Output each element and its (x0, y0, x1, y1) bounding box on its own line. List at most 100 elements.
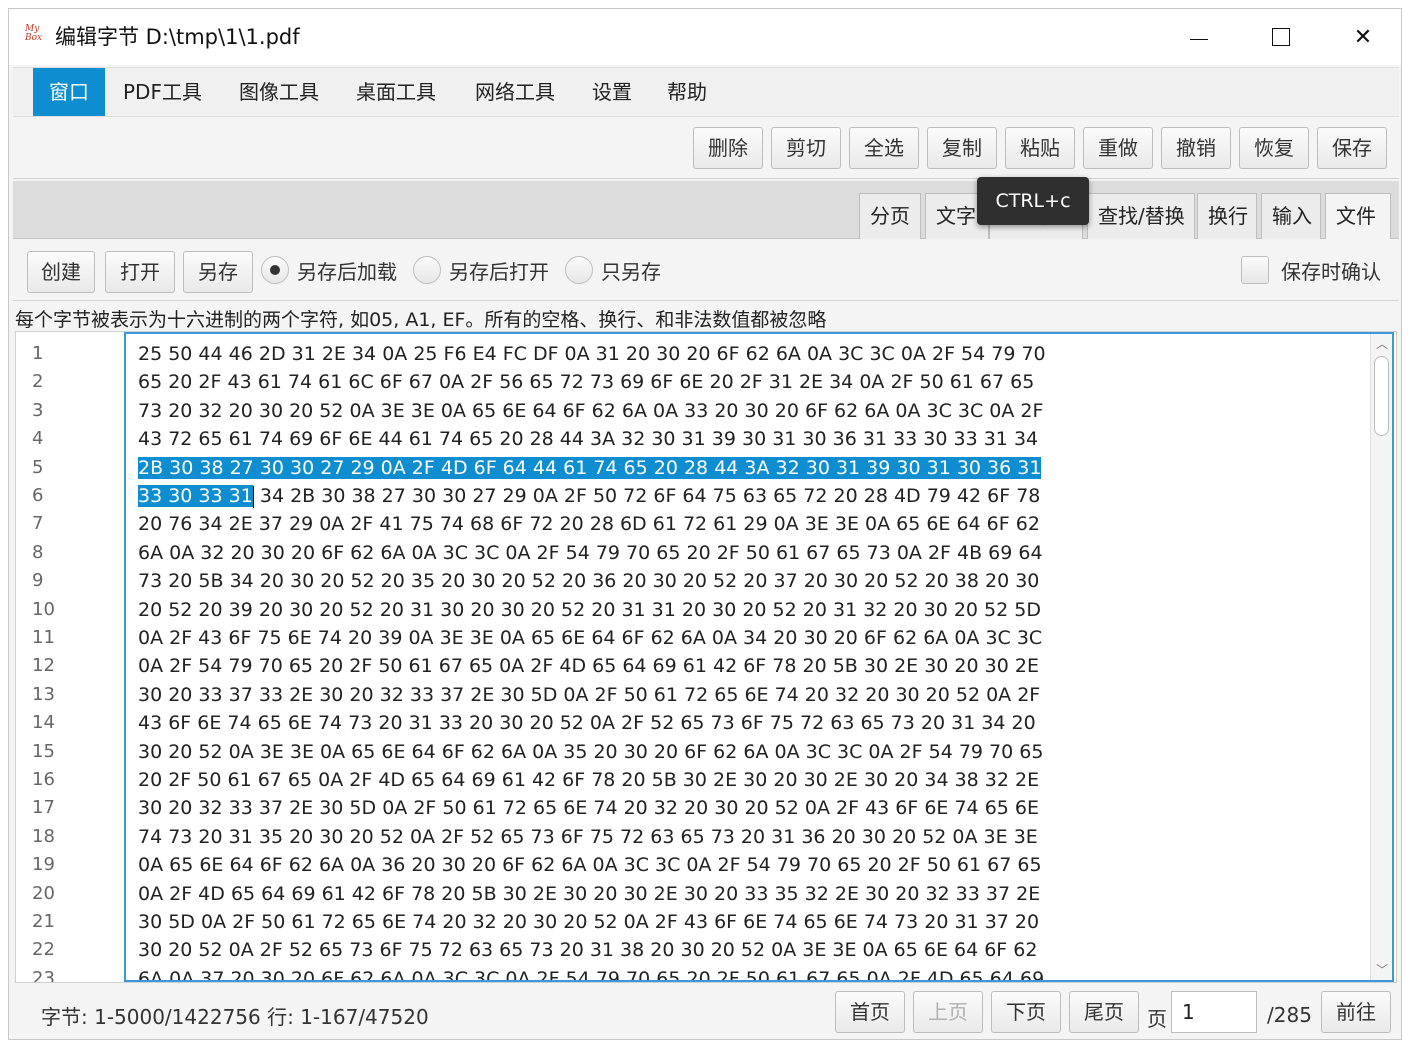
selected-hex-text: 33 30 33 31 (138, 485, 253, 507)
hex-line: 6A 0A 37 20 30 20 6F 62 6A 0A 3C 3C 0A 2… (138, 967, 1045, 982)
radio-checked-icon (261, 256, 289, 284)
close-icon: ✕ (1353, 24, 1373, 50)
prev-page-button[interactable]: 上页 (913, 991, 983, 1033)
line-number: 6 (32, 485, 44, 506)
status-bar: 字节: 1-5000/1422756 行: 1-167/47520 首页 上页 … (13, 987, 1399, 1039)
hex-line: 30 20 52 0A 2F 52 65 73 6F 75 72 63 65 7… (138, 939, 1038, 962)
minimize-button[interactable] (1159, 9, 1239, 65)
line-number: 17 (32, 797, 55, 819)
restore-button[interactable]: 恢复 (1239, 127, 1309, 169)
open-button[interactable]: 打开 (105, 251, 175, 293)
menu-help[interactable]: 帮助 (651, 68, 723, 116)
hex-line: 0A 2F 4D 65 64 69 61 42 6F 78 20 5B 30 2… (138, 882, 1041, 905)
line-number: 2 (32, 371, 44, 393)
hex-line: 20 76 34 2E 37 29 0A 2F 41 75 74 68 6F 7… (138, 513, 1040, 536)
hex-line: 6A 0A 32 20 30 20 6F 62 6A 0A 3C 3C 0A 2… (138, 541, 1043, 564)
line-number: 12 (32, 655, 55, 677)
radio-save-as-open[interactable]: 另存后打开 (413, 255, 549, 285)
select-all-button[interactable]: 全选 (849, 127, 919, 169)
cut-button[interactable]: 剪切 (771, 127, 841, 169)
next-page-button[interactable]: 下页 (991, 991, 1061, 1033)
line-number: 21 (32, 911, 55, 932)
hex-line: 30 5D 0A 2F 50 61 72 65 6E 74 20 32 20 3… (138, 911, 1040, 933)
radio-unchecked-icon (413, 256, 441, 284)
menu-settings[interactable]: 设置 (576, 68, 648, 116)
line-number: 3 (32, 399, 44, 421)
hex-line: 73 20 32 20 30 20 52 0A 3E 3E 0A 65 6E 6… (138, 399, 1044, 422)
radio-save-as-only[interactable]: 只另存 (565, 255, 661, 285)
edit-toolbar: 删除 剪切 全选 复制 粘贴 重做 撤销 恢复 保存 (13, 119, 1399, 179)
hex-line: 20 2F 50 61 67 65 0A 2F 4D 65 64 69 61 4… (138, 769, 1040, 791)
hex-line: 0A 65 6E 64 6F 62 6A 0A 36 20 30 20 6F 6… (138, 854, 1042, 877)
line-number: 22 (32, 939, 55, 961)
menu-image-tools[interactable]: 图像工具 (223, 68, 335, 116)
radio-label: 只另存 (601, 259, 661, 284)
line-number: 9 (32, 570, 44, 592)
menu-desktop-tools[interactable]: 桌面工具 (340, 68, 452, 116)
hex-text-area[interactable]: 6A 0A 37 20 30 20 6F 62 6A 0A 3C 3C 0A 2… (124, 332, 1394, 982)
page-number-input[interactable]: 1 (1171, 991, 1257, 1033)
redo-button[interactable]: 重做 (1083, 127, 1153, 169)
line-number: 16 (32, 769, 55, 790)
app-window: My Box 编辑字节 D:\tmp\1\1.pdf ✕ 窗口 PDF工具 图像… (8, 8, 1402, 1040)
undo-button[interactable]: 撤销 (1161, 127, 1231, 169)
hex-line: 30 20 52 0A 3E 3E 0A 65 6E 64 6F 62 6A 0… (138, 740, 1044, 763)
menu-window[interactable]: 窗口 (33, 68, 105, 116)
first-page-button[interactable]: 首页 (835, 991, 905, 1033)
checkbox-icon (1241, 256, 1269, 284)
radio-label: 另存后打开 (449, 259, 549, 284)
tab-file[interactable]: 文件 (1325, 193, 1391, 239)
tabs-bar: 分页 文字 过滤行 查找/替换 换行 输入 文件 (13, 181, 1399, 239)
scroll-up-icon[interactable]: ︿ (1371, 334, 1392, 354)
vertical-scrollbar[interactable]: ︿ ﹀ (1370, 334, 1392, 980)
hex-line: 30 20 32 33 37 2E 30 5D 0A 2F 50 61 72 6… (138, 797, 1039, 820)
line-number-gutter: 1 2 3 4 5 6 7 8 9 10 11 12 13 14 15 16 17 18 19 20 21 22 23 (16, 332, 124, 982)
copy-shortcut-tooltip: CTRL+c (977, 177, 1089, 225)
radio-label: 另存后加载 (297, 259, 397, 284)
line-number: 15 (32, 740, 55, 762)
line-number: 14 (32, 712, 55, 734)
maximize-icon (1272, 28, 1290, 46)
save-as-button[interactable]: 另存 (183, 251, 253, 293)
app-logo-icon: My Box (25, 25, 49, 49)
confirm-on-save-checkbox[interactable]: 保存时确认 (1241, 255, 1381, 285)
maximize-button[interactable] (1241, 9, 1321, 65)
tab-pagination[interactable]: 分页 (859, 193, 921, 239)
tab-line-wrap[interactable]: 换行 (1197, 193, 1257, 239)
line-number: 20 (32, 882, 55, 904)
paste-button[interactable]: 粘贴 (1005, 127, 1075, 169)
line-number: 4 (32, 428, 44, 450)
last-page-button[interactable]: 尾页 (1069, 991, 1139, 1033)
menu-pdf-tools[interactable]: PDF工具 (107, 68, 218, 116)
hex-line: 33 30 33 31 34 2B 30 38 27 30 30 27 29 0… (138, 482, 1040, 510)
line-number: 1 (32, 343, 44, 364)
radio-save-as-load[interactable]: 另存后加载 (261, 255, 397, 285)
selected-hex-text: 2B 30 38 27 30 30 27 29 0A 2F 4D 6F 64 4… (138, 456, 1042, 479)
minimize-icon (1190, 38, 1208, 40)
scroll-thumb[interactable] (1374, 356, 1389, 436)
window-title: 编辑字节 D:\tmp\1\1.pdf (55, 25, 300, 49)
line-number: 7 (32, 513, 44, 535)
menu-bar: 窗口 PDF工具 图像工具 桌面工具 网络工具 设置 帮助 (13, 67, 1399, 117)
close-button[interactable]: ✕ (1323, 9, 1403, 65)
scroll-down-icon[interactable]: ﹀ (1371, 960, 1392, 980)
file-options-row: 创建 打开 另存 另存后加载 另存后打开 只另存 保存时确认 (13, 241, 1399, 301)
checkbox-label: 保存时确认 (1281, 259, 1381, 284)
title-bar: My Box 编辑字节 D:\tmp\1\1.pdf ✕ (9, 9, 1401, 65)
tab-input[interactable]: 输入 (1261, 193, 1321, 239)
radio-unchecked-icon (565, 256, 593, 284)
line-number: 23 (32, 967, 55, 982)
copy-button[interactable]: 复制 (927, 127, 997, 169)
menu-network-tools[interactable]: 网络工具 (459, 68, 571, 116)
tab-find-replace[interactable]: 查找/替换 (1087, 193, 1195, 239)
save-button[interactable]: 保存 (1317, 127, 1387, 169)
go-button[interactable]: 前往 (1321, 991, 1391, 1033)
byte-line-range: 字节: 1-5000/1422756 行: 1-167/47520 (41, 1005, 429, 1029)
line-number: 18 (32, 825, 55, 847)
hex-line: 30 20 33 37 33 2E 30 20 32 33 37 2E 30 5… (138, 683, 1041, 706)
create-button[interactable]: 创建 (27, 251, 95, 293)
line-number: 10 (32, 598, 55, 620)
hex-line: 74 73 20 31 35 20 30 20 52 0A 2F 52 65 7… (138, 825, 1038, 848)
total-pages: /285 (1267, 1003, 1312, 1027)
delete-button[interactable]: 删除 (693, 127, 763, 169)
